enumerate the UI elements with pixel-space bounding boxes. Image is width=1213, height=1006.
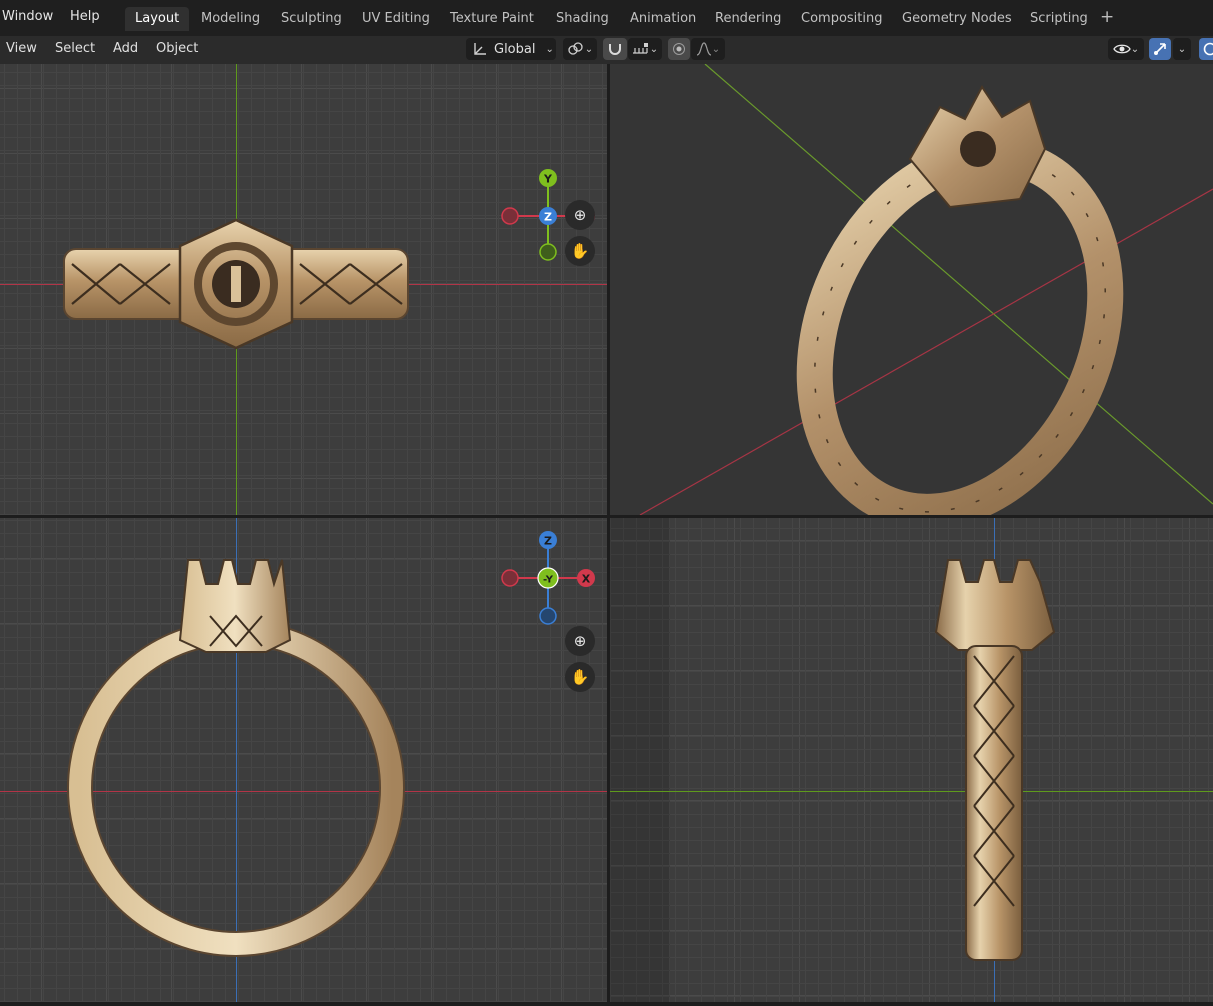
snap-target-dropdown[interactable]: ⌄	[628, 38, 662, 60]
tab-shading[interactable]: Shading	[546, 7, 619, 31]
area-divider-horizontal[interactable]	[0, 515, 1213, 518]
viewport-perspective[interactable]	[610, 64, 1213, 515]
overlays-toggle[interactable]	[1199, 38, 1213, 60]
visibility-dropdown[interactable]: ⌄	[1108, 38, 1144, 60]
zoom-button[interactable]: ⊕	[565, 200, 595, 230]
overlay-icon	[1203, 42, 1213, 56]
gizmo-dropdown[interactable]: ⌄	[1173, 38, 1191, 60]
menu-select[interactable]: Select	[55, 41, 95, 56]
tab-geometry-nodes[interactable]: Geometry Nodes	[892, 7, 1022, 31]
eye-icon	[1113, 44, 1131, 54]
menu-object[interactable]: Object	[156, 41, 198, 56]
snap-toggle[interactable]	[603, 38, 627, 60]
chevron-down-icon: ⌄	[1130, 43, 1140, 55]
menu-view[interactable]: View	[6, 41, 37, 56]
tab-compositing[interactable]: Compositing	[791, 7, 893, 31]
tab-animation[interactable]: Animation	[620, 7, 706, 31]
ring-side-view	[934, 559, 1056, 961]
hand-icon: ✋	[570, 668, 590, 686]
tab-sculpting[interactable]: Sculpting	[271, 7, 352, 31]
y-axis-line	[610, 791, 1213, 792]
zoom-icon: ⊕	[573, 206, 587, 224]
tab-uv-editing[interactable]: UV Editing	[352, 7, 440, 31]
viewport-front[interactable]: Z X -Y ⊕ ✋	[0, 518, 607, 1002]
pan-button[interactable]: ✋	[565, 662, 595, 692]
ring-perspective-view	[796, 85, 1124, 515]
pivot-icon	[568, 42, 583, 55]
gizmo-label-center: -Y	[543, 575, 554, 586]
snap-increment-icon	[632, 43, 648, 54]
viewport-top[interactable]: Y X Z ⊕ ✋	[0, 64, 607, 515]
chevron-down-icon: ⌄	[584, 43, 594, 55]
zoom-icon: ⊕	[573, 632, 587, 650]
chevron-down-icon: ⌄	[545, 43, 554, 55]
area-divider-vertical[interactable]	[607, 64, 610, 1004]
pivot-point-dropdown[interactable]: ⌄	[563, 38, 597, 60]
navigation-gizmo-front[interactable]: Z X -Y	[498, 528, 598, 628]
viewport-side[interactable]	[610, 518, 1213, 1002]
tab-texture-paint[interactable]: Texture Paint	[440, 7, 544, 31]
ring-front-view	[67, 559, 405, 957]
proportional-falloff-dropdown[interactable]: ⌄	[691, 38, 725, 60]
chevron-down-icon: ⌄	[1177, 43, 1187, 55]
top-menu-bar: Window Help Layout Modeling Sculpting UV…	[0, 0, 1213, 36]
proportional-editing-toggle[interactable]	[668, 38, 690, 60]
menu-window[interactable]: Window	[2, 9, 53, 24]
ring-top-view	[63, 218, 409, 350]
tab-modeling[interactable]: Modeling	[191, 7, 270, 31]
pan-button[interactable]: ✋	[565, 236, 595, 266]
tab-scripting[interactable]: Scripting	[1020, 7, 1098, 31]
menu-help[interactable]: Help	[70, 9, 100, 24]
gizmo-label-center: Z	[544, 211, 552, 224]
orientation-label: Global	[494, 41, 536, 57]
add-workspace-button[interactable]: +	[1100, 7, 1114, 27]
toolbar-region	[610, 518, 670, 1002]
chevron-down-icon: ⌄	[711, 43, 721, 55]
zoom-button[interactable]: ⊕	[565, 626, 595, 656]
chevron-down-icon: ⌄	[649, 43, 659, 55]
tab-rendering[interactable]: Rendering	[705, 7, 791, 31]
gizmo-label-right: X	[582, 573, 591, 586]
menu-add[interactable]: Add	[113, 41, 138, 56]
viewport-header: View Select Add Object Global ⌄ ⌄ ⌄ ⌄ ⌄ …	[0, 36, 1213, 64]
magnet-icon	[609, 44, 621, 55]
orientation-icon	[474, 43, 486, 55]
gizmo-toggle[interactable]	[1149, 38, 1171, 60]
gizmo-icon	[1154, 43, 1166, 55]
gizmo-label-top: Z	[544, 535, 552, 548]
proportional-edit-icon	[673, 43, 685, 55]
transform-orientation-dropdown[interactable]: Global ⌄	[466, 38, 556, 60]
gizmo-label-top: Y	[543, 173, 553, 186]
status-bar	[0, 1002, 1213, 1006]
tab-layout[interactable]: Layout	[125, 7, 190, 31]
hand-icon: ✋	[570, 242, 590, 260]
falloff-curve-icon	[696, 42, 712, 56]
